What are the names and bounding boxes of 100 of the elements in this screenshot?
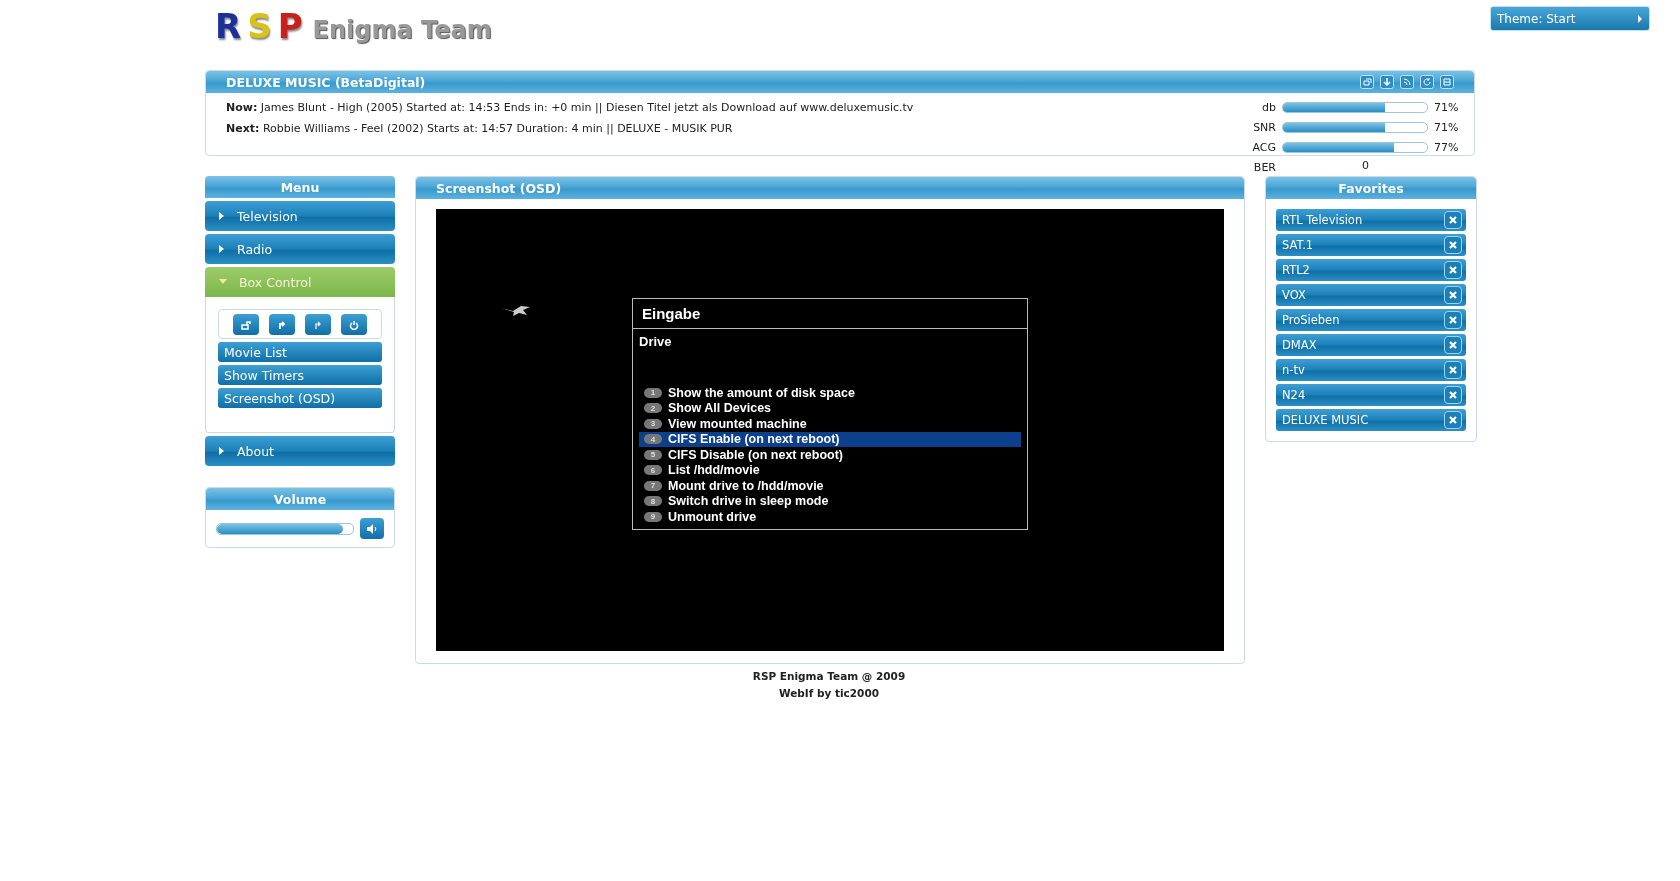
number-badge: 3 — [644, 418, 662, 429]
osd-menu-item[interactable]: 1 Show the amount of disk space — [639, 385, 1021, 401]
download-icon[interactable] — [1380, 75, 1394, 89]
footer-text: RSP Enigma Team @ 2009 — [752, 669, 906, 684]
remove-button[interactable] — [1444, 336, 1462, 354]
panel-title: Screenshot (OSD) — [436, 180, 562, 196]
mute-button[interactable] — [360, 518, 384, 539]
power-icon — [349, 319, 359, 330]
meter-reading: 77% — [1434, 140, 1460, 154]
lock-button[interactable] — [233, 314, 259, 335]
remove-button[interactable] — [1444, 361, 1462, 379]
favorite-item[interactable]: RTL2 — [1276, 259, 1466, 281]
osd-title: Eingabe — [633, 299, 1027, 329]
osd-menu-item[interactable]: 8 Switch drive in sleep mode — [639, 493, 1021, 509]
refresh-icon[interactable] — [1420, 75, 1434, 89]
channel-name: N24 — [1282, 388, 1306, 402]
osd-menu-item[interactable]: 9 Unmount drive — [639, 509, 1021, 525]
favorite-item[interactable]: n-tv — [1276, 359, 1466, 381]
arrow-icon — [277, 319, 287, 330]
osd-menu-item[interactable]: 7 Mount drive to /hdd/movie — [639, 478, 1021, 494]
osd-menu-item[interactable]: 3 View mounted machine — [639, 416, 1021, 432]
close-icon — [1449, 341, 1457, 349]
number-badge: 5 — [644, 449, 662, 460]
menu-item[interactable]: About — [205, 436, 395, 466]
arrow-button[interactable] — [269, 314, 295, 335]
volume-slider[interactable] — [216, 522, 354, 535]
close-icon — [1449, 241, 1457, 249]
close-icon — [1449, 266, 1457, 274]
logo-letter: S — [247, 6, 272, 46]
lock-icon — [241, 319, 251, 330]
remove-button[interactable] — [1444, 211, 1462, 229]
arrow-button[interactable] — [305, 314, 331, 335]
caret-icon — [1637, 14, 1643, 23]
meter-reading: 71% — [1434, 100, 1460, 114]
submenu-item[interactable]: Show Timers — [218, 365, 382, 385]
osd-menu-item[interactable]: 5 CIFS Disable (on next reboot) — [639, 447, 1021, 463]
number-badge: 2 — [644, 403, 662, 414]
close-icon — [1449, 391, 1457, 399]
channel-name: RTL Television — [1282, 213, 1363, 227]
volume-title: Volume — [273, 491, 327, 507]
arrow-icon — [313, 319, 323, 330]
meter-label: BER — [1252, 160, 1276, 174]
osd-menu-item[interactable]: 6 List /hdd/movie — [639, 462, 1021, 478]
grid-icon[interactable] — [1440, 75, 1454, 89]
favorite-item[interactable]: RTL Television — [1276, 209, 1466, 231]
favorite-item[interactable]: ProSieben — [1276, 309, 1466, 331]
number-badge: 9 — [644, 511, 662, 522]
caret-right-icon — [219, 212, 225, 220]
now-playing-text: Now: James Blunt - High (2005) Started at: 14:53 Ends in: +0 min || Diesen Titel jetzt als Download auf www.deluxemusic.tv — [226, 101, 914, 114]
remove-button[interactable] — [1444, 411, 1462, 429]
number-badge: 4 — [644, 434, 662, 445]
favorite-item[interactable]: DELUXE MUSIC — [1276, 409, 1466, 431]
number-badge: 6 — [644, 465, 662, 476]
favorite-item[interactable]: SAT.1 — [1276, 234, 1466, 256]
close-icon — [1449, 291, 1457, 299]
caret-right-icon — [219, 245, 225, 253]
remove-button[interactable] — [1444, 261, 1462, 279]
number-badge: 7 — [644, 480, 662, 491]
meter-reading: 0 — [1362, 158, 1369, 172]
remove-button[interactable] — [1444, 236, 1462, 254]
channel-name: DMAX — [1282, 338, 1317, 352]
close-icon — [1449, 316, 1457, 324]
osd-subtitle: Drive — [639, 334, 673, 349]
number-badge: 1 — [644, 387, 662, 398]
logo-letter: R — [215, 6, 242, 46]
channel-name: VOX — [1282, 288, 1306, 302]
osd-menu-item[interactable]: 4 CIFS Enable (on next reboot) — [639, 431, 1021, 447]
meter-label: ACG — [1251, 140, 1276, 154]
favorites-title: Favorites — [1338, 180, 1404, 196]
submenu-item[interactable]: Movie List — [218, 342, 382, 362]
close-icon — [1449, 366, 1457, 374]
power-button[interactable] — [341, 314, 367, 335]
meter-label: SNR — [1252, 120, 1276, 134]
logo-letter: P — [277, 6, 303, 46]
channel-name: DELUXE MUSIC — [1282, 413, 1369, 427]
channel-name: n-tv — [1282, 363, 1305, 377]
favorite-item[interactable]: DMAX — [1276, 334, 1466, 356]
close-icon — [1449, 216, 1457, 224]
window-icon[interactable] — [1360, 75, 1374, 89]
caret-down-icon — [219, 279, 227, 285]
menu-item[interactable]: Television — [205, 201, 395, 231]
menu-item[interactable]: Radio — [205, 234, 395, 264]
meter-label: db — [1261, 100, 1276, 114]
remove-button[interactable] — [1444, 311, 1462, 329]
remove-button[interactable] — [1444, 386, 1462, 404]
speaker-icon — [366, 523, 378, 534]
close-icon — [1449, 416, 1457, 424]
channel-name: RTL2 — [1282, 263, 1310, 277]
channel-name: ProSieben — [1282, 313, 1340, 327]
theme-button[interactable]: Theme: Start — [1490, 6, 1650, 31]
logo-text: Enigma Team — [312, 16, 492, 44]
favorite-item[interactable]: VOX — [1276, 284, 1466, 306]
feed-icon[interactable] — [1400, 75, 1414, 89]
number-badge: 8 — [644, 496, 662, 507]
favorite-item[interactable]: N24 — [1276, 384, 1466, 406]
footer-text: WebIf by tic2000 — [778, 686, 880, 701]
next-program-text: Next: Robbie Williams - Feel (2002) Starts at: 14:57 Duration: 4 min || DELUXE - MUSIK PUR — [226, 122, 734, 135]
osd-menu-item[interactable]: 2 Show All Devices — [639, 400, 1021, 416]
remove-button[interactable] — [1444, 286, 1462, 304]
submenu-item[interactable]: Screenshot (OSD) — [218, 388, 382, 408]
